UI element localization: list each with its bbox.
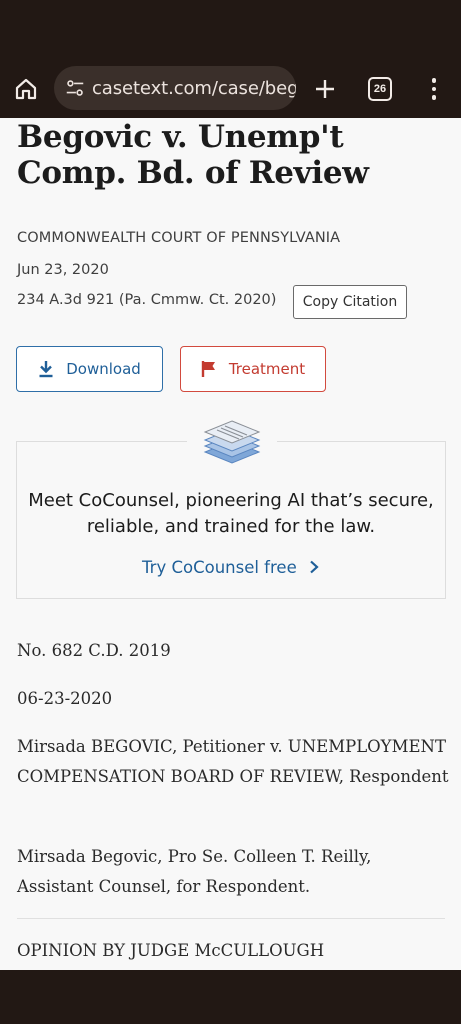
court-name: COMMONWEALTH COURT OF PENNSYLVANIA (17, 230, 341, 246)
try-cocounsel-label: Try CoCounsel free (142, 558, 297, 577)
tab-count: 26 (373, 83, 387, 95)
system-nav-bar (0, 970, 461, 1024)
counsel-info: Mirsada Begovic, Pro Se. Colleen T. Reil… (17, 847, 372, 896)
download-label: Download (66, 360, 141, 378)
home-button[interactable] (10, 74, 42, 104)
document-stack-icon (203, 420, 261, 464)
browser-toolbar: casetext.com/case/begc 26 (0, 60, 461, 118)
plus-icon (316, 80, 334, 98)
try-cocounsel-link[interactable]: Try CoCounsel free (17, 558, 445, 577)
home-icon (15, 78, 37, 100)
new-tab-button[interactable] (310, 74, 340, 104)
page-title: Begovic v. Unemp't Comp. Bd. of Review (17, 119, 369, 191)
status-bar (0, 0, 461, 60)
chevron-right-icon (310, 560, 319, 574)
citation: 234 A.3d 921 (Pa. Cmmw. Ct. 2020) (17, 292, 277, 308)
site-settings-icon[interactable] (64, 77, 86, 99)
docket-number: No. 682 C.D. 2019 (17, 641, 171, 660)
opinion-date: 06-23-2020 (17, 689, 113, 708)
opinion-author: OPINION BY JUDGE McCULLOUGH (17, 941, 325, 960)
more-vert-icon[interactable] (422, 74, 446, 104)
promo-headline: Meet CoCounsel, pioneering AI that’s sec… (28, 490, 434, 537)
url-text: casetext.com/case/begc (92, 77, 296, 99)
section-divider (17, 918, 445, 919)
address-bar[interactable]: casetext.com/case/begc (54, 66, 296, 110)
treatment-button[interactable]: Treatment (180, 346, 326, 392)
treatment-label: Treatment (228, 360, 306, 378)
decision-date: Jun 23, 2020 (17, 262, 109, 278)
download-icon (39, 361, 53, 378)
download-button[interactable]: Download (16, 346, 163, 392)
flag-icon (201, 361, 215, 377)
tab-switcher-button[interactable]: 26 (368, 77, 392, 101)
copy-citation-button[interactable]: Copy Citation (293, 285, 407, 319)
page-content: Begovic v. Unemp't Comp. Bd. of Review C… (0, 118, 461, 970)
case-parties: Mirsada BEGOVIC, Petitioner v. UNEMPLOYM… (17, 737, 449, 786)
promo-icon-wrap (187, 418, 277, 468)
